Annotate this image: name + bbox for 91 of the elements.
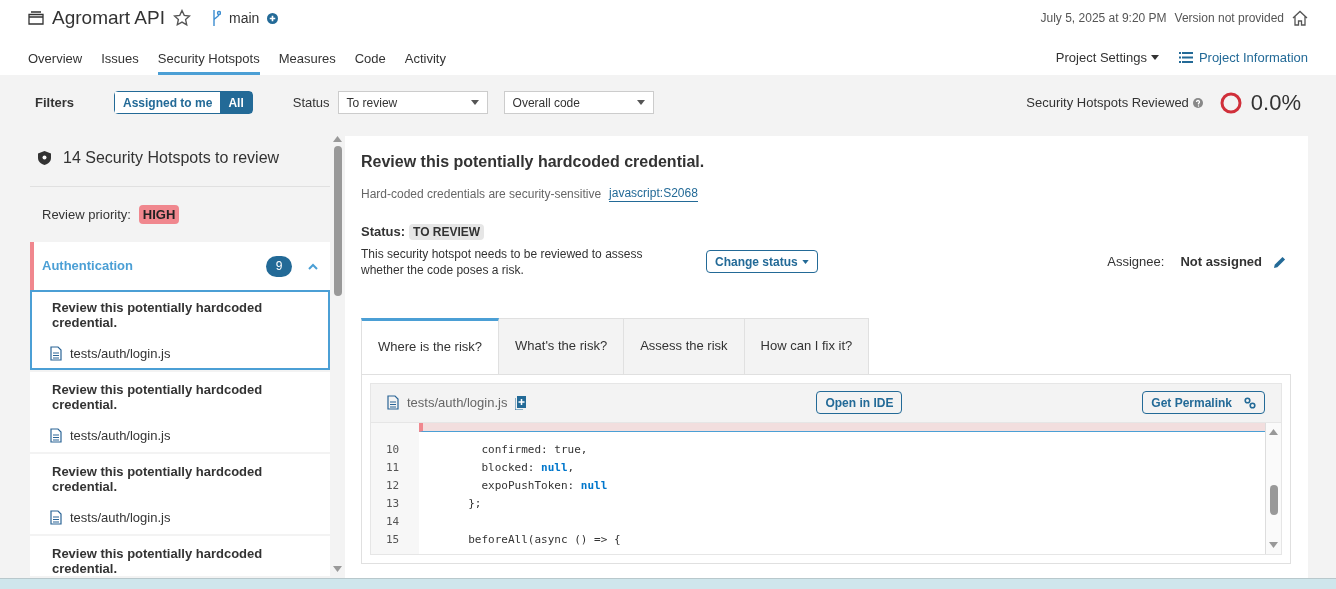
add-icon[interactable] xyxy=(267,12,279,24)
scroll-down-icon[interactable] xyxy=(333,566,342,572)
hotspot-item[interactable]: Review this potentially hardcoded credential. tests/auth/login.js xyxy=(30,454,330,534)
edit-icon[interactable] xyxy=(1274,255,1286,268)
nav-tab[interactable]: Issues xyxy=(101,48,139,75)
caret-icon xyxy=(636,100,645,105)
status-label: Status xyxy=(292,93,330,112)
line-number: 15 xyxy=(385,531,401,548)
hotspot-title: Review this potentially hardcoded credential. xyxy=(52,464,264,494)
line-number: 12 xyxy=(385,477,401,494)
hotspots-count-title: 14 Security Hotspots to review xyxy=(63,148,280,168)
filter-toggle[interactable]: Assigned to me xyxy=(115,92,221,113)
priority-label: Review priority: xyxy=(42,205,131,224)
status-description: This security hotspot needs to be reviewed to assess whether the code poses a risk. xyxy=(361,245,644,278)
copy-icon[interactable] xyxy=(515,395,527,410)
filters-label: Filters xyxy=(35,93,74,112)
detail-tab[interactable]: Assess the risk xyxy=(624,317,745,374)
scroll-up-icon[interactable] xyxy=(1269,428,1278,435)
line-number: 11 xyxy=(385,459,401,476)
star-icon[interactable] xyxy=(173,9,191,27)
project-name[interactable]: Agromart API xyxy=(52,3,165,33)
file-icon xyxy=(50,510,62,526)
link-icon xyxy=(1244,396,1256,409)
assignee-value: Not assigned xyxy=(1180,252,1262,271)
detail-tab[interactable]: What's the risk? xyxy=(499,317,625,374)
chevron-icon xyxy=(308,262,318,270)
detail-tab[interactable]: How can I fix it? xyxy=(744,317,870,374)
code-line: beforeAll(async () => { xyxy=(467,531,621,548)
file-path: tests/auth/login.js xyxy=(70,345,171,363)
scope-select[interactable]: Overall code xyxy=(503,91,654,114)
project-settings-menu[interactable]: Project Settings xyxy=(1055,47,1159,75)
hotspot-title: Review this potentially hardcoded credential. xyxy=(52,300,264,330)
code-line: expoPushToken: null xyxy=(480,477,609,494)
line-number: 10 xyxy=(385,441,401,458)
code-line: }; xyxy=(467,495,483,512)
change-status-button[interactable]: Change status xyxy=(706,250,818,273)
hotspot-heading: Review this potentially hardcoded credential. xyxy=(361,152,706,172)
file-icon xyxy=(50,346,62,362)
viewer-file-path: tests/auth/login.js xyxy=(407,393,508,412)
branch-icon xyxy=(211,9,221,27)
nav-tab[interactable]: Measures xyxy=(278,48,336,75)
category-name: Authentication xyxy=(42,257,134,276)
get-permalink-button[interactable]: Get Permalink xyxy=(1142,391,1265,414)
line-number: 13 xyxy=(385,495,401,512)
hotspot-item[interactable]: Review this potentially hardcoded credential. xyxy=(30,536,330,576)
help-icon[interactable] xyxy=(1192,97,1203,108)
filter-toggle[interactable]: All xyxy=(220,92,252,113)
file-path: tests/auth/login.js xyxy=(70,427,171,445)
line-number: 14 xyxy=(385,513,401,530)
project-information-link[interactable]: Project Information xyxy=(1178,47,1308,75)
scroll-down-icon[interactable] xyxy=(1269,541,1278,548)
file-icon xyxy=(50,428,62,444)
nav-tab[interactable]: Overview xyxy=(28,48,83,75)
scrollbar-thumb[interactable] xyxy=(1269,484,1278,515)
category-header[interactable]: Authentication 9 xyxy=(30,242,330,290)
rule-description: Hard-coded credentials are security-sensitive xyxy=(361,185,602,202)
caret-icon xyxy=(801,259,809,264)
hotspot-item[interactable]: Review this potentially hardcoded credential. tests/auth/login.js xyxy=(30,290,330,370)
shield-icon xyxy=(38,151,51,165)
priority-badge: HIGH xyxy=(138,204,180,225)
scroll-up-icon[interactable] xyxy=(333,136,342,142)
code-line: blocked: null, xyxy=(480,459,576,476)
reviewed-label: Security Hotspots Reviewed xyxy=(1026,93,1189,112)
caret-icon xyxy=(470,100,479,105)
list-icon xyxy=(1178,51,1193,63)
code-line: confirmed: true, xyxy=(480,441,589,458)
ring-icon xyxy=(1218,90,1243,115)
code-scrollbar[interactable] xyxy=(1265,422,1281,554)
branch-name[interactable]: main xyxy=(229,8,260,28)
hotspot-title: Review this potentially hardcoded credential. xyxy=(52,546,264,576)
rule-link[interactable]: javascript:S2068 xyxy=(609,185,698,202)
analysis-date: July 5, 2025 at 9:20 PM xyxy=(1040,10,1167,26)
status-select[interactable]: To review xyxy=(337,91,488,114)
scrollbar-thumb[interactable] xyxy=(333,146,342,296)
reviewed-percent: 0.0% xyxy=(1250,89,1301,117)
version-text: Version not provided xyxy=(1174,10,1284,26)
project-icon xyxy=(28,11,44,25)
hotspot-title: Review this potentially hardcoded credential. xyxy=(52,382,264,412)
hotspot-item[interactable]: Review this potentially hardcoded credential. tests/auth/login.js xyxy=(30,372,330,452)
assignee-label: Assignee: xyxy=(1107,252,1165,271)
open-in-ide-button[interactable]: Open in IDE xyxy=(816,391,903,414)
detail-tab[interactable]: Where is the risk? xyxy=(361,317,500,374)
file-icon xyxy=(387,395,399,410)
count-badge: 9 xyxy=(266,255,292,277)
caret-icon xyxy=(1150,54,1159,60)
nav-tab[interactable]: Code xyxy=(354,48,386,75)
file-path: tests/auth/login.js xyxy=(70,509,171,527)
status-badge: TO REVIEW xyxy=(409,223,485,240)
status-heading: Status: xyxy=(361,223,406,241)
home-icon[interactable] xyxy=(1292,10,1308,26)
nav-tab[interactable]: Activity xyxy=(404,48,446,75)
